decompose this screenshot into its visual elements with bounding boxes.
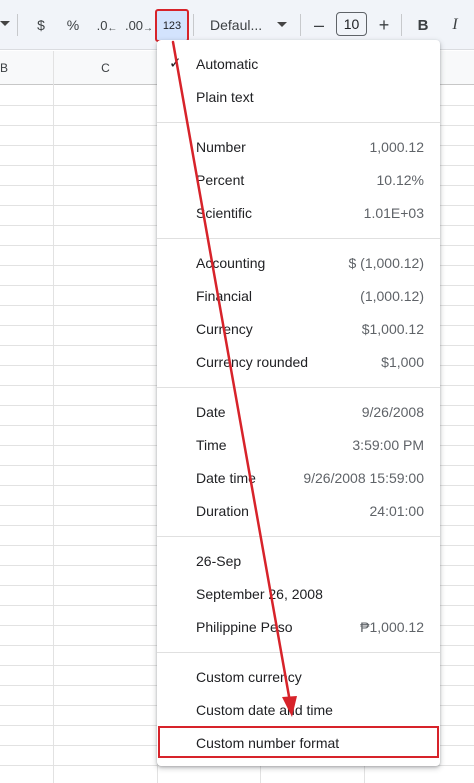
currency-format-button[interactable]: $: [30, 0, 52, 50]
menu-item-example: 9/26/2008 15:59:00: [303, 470, 424, 486]
menu-item-label: Date: [196, 404, 226, 420]
menu-item-26-sep[interactable]: 26-Sep: [157, 545, 440, 577]
menu-item-example: 1.01E+03: [363, 205, 424, 221]
font-size-input[interactable]: 10: [336, 12, 367, 36]
menu-item-date[interactable]: Date 9/26/2008: [157, 396, 440, 428]
increase-decimal-label: .00: [124, 17, 144, 33]
menu-item-percent[interactable]: Percent 10.12%: [157, 164, 440, 196]
menu-item-label: Percent: [196, 172, 245, 188]
font-select-label: Defaul...: [210, 17, 263, 33]
italic-button[interactable]: I: [444, 0, 466, 50]
menu-item-label: Philippine Peso: [196, 619, 293, 635]
menu-item-custom-currency[interactable]: Custom currency: [157, 661, 440, 693]
toolbar-divider: [300, 14, 301, 36]
arrow-right-icon: →: [143, 22, 154, 34]
menu-item-scientific[interactable]: Scientific 1.01E+03: [157, 197, 440, 229]
arrow-left-icon: ←: [107, 22, 118, 34]
menu-item-label: 26-Sep: [196, 553, 242, 569]
menu-item-example: (1,000.12): [360, 288, 424, 304]
menu-item-example: $1,000.12: [361, 321, 424, 337]
menu-item-time[interactable]: Time 3:59:00 PM: [157, 429, 440, 461]
menu-item-example: 3:59:00 PM: [352, 437, 424, 453]
number-format-menu: ✓ Automatic Plain text Number 1,000.12 P…: [157, 40, 440, 766]
column-header-b[interactable]: B: [0, 51, 8, 85]
menu-item-label: Scientific: [196, 205, 253, 221]
percent-format-button[interactable]: %: [62, 0, 84, 50]
menu-item-label: Date time: [196, 470, 256, 486]
menu-item-example: 9/26/2008: [361, 404, 424, 420]
chevron-down-icon: [277, 22, 287, 27]
menu-item-label: Time: [196, 437, 227, 453]
menu-item-label: Plain text: [196, 89, 254, 105]
toolbar-divider: [17, 14, 18, 36]
menu-item-label: September 26, 2008: [196, 586, 323, 602]
decrease-decimal-label: .0: [96, 17, 108, 33]
menu-item-example: ₱1,000.12: [360, 619, 424, 635]
toolbar-divider: [193, 14, 194, 36]
menu-divider: [157, 536, 440, 537]
menu-item-label: Currency: [196, 321, 253, 337]
increase-decimal-button[interactable]: .00 →: [124, 0, 154, 50]
menu-item-plain-text[interactable]: Plain text: [157, 81, 440, 113]
toolbar-divider: [401, 14, 402, 36]
menu-item-label: Automatic: [196, 56, 259, 72]
menu-divider: [157, 122, 440, 123]
menu-item-label: Financial: [196, 288, 253, 304]
chevron-down-icon[interactable]: [0, 21, 10, 26]
menu-item-currency[interactable]: Currency $1,000.12: [157, 313, 440, 345]
menu-item-date-time[interactable]: Date time 9/26/2008 15:59:00: [157, 462, 440, 494]
menu-item-label: Number: [196, 139, 246, 155]
menu-item-example: 10.12%: [376, 172, 424, 188]
menu-item-label: Accounting: [196, 255, 266, 271]
menu-item-philippine-peso[interactable]: Philippine Peso ₱1,000.12: [157, 611, 440, 643]
more-formats-button[interactable]: 123: [155, 9, 189, 42]
menu-item-automatic[interactable]: ✓ Automatic: [157, 48, 440, 80]
menu-item-example: $ (1,000.12): [348, 255, 425, 271]
menu-item-label: Duration: [196, 503, 249, 519]
menu-item-financial[interactable]: Financial (1,000.12): [157, 280, 440, 312]
menu-item-duration[interactable]: Duration 24:01:00: [157, 495, 440, 527]
custom-number-format-highlight: [158, 726, 439, 758]
column-header-c[interactable]: C: [54, 51, 157, 85]
menu-item-label: Currency rounded: [196, 354, 309, 370]
menu-item-number[interactable]: Number 1,000.12: [157, 131, 440, 163]
menu-item-example: 24:01:00: [369, 503, 425, 519]
menu-item-accounting[interactable]: Accounting $ (1,000.12): [157, 247, 440, 279]
menu-item-example: $1,000: [381, 354, 424, 370]
check-icon: ✓: [169, 55, 182, 72]
menu-divider: [157, 238, 440, 239]
menu-item-example: 1,000.12: [369, 139, 425, 155]
menu-divider: [157, 387, 440, 388]
column-divider: [53, 51, 54, 783]
menu-item-currency-rounded[interactable]: Currency rounded $1,000: [157, 346, 440, 378]
menu-divider: [157, 652, 440, 653]
menu-item-custom-date-and-time[interactable]: Custom date and time: [157, 694, 440, 726]
menu-item-long-date[interactable]: September 26, 2008: [157, 578, 440, 610]
menu-item-label: Custom currency: [196, 669, 302, 685]
menu-item-label: Custom date and time: [196, 702, 333, 718]
decrease-decimal-button[interactable]: .0 ←: [94, 0, 120, 50]
